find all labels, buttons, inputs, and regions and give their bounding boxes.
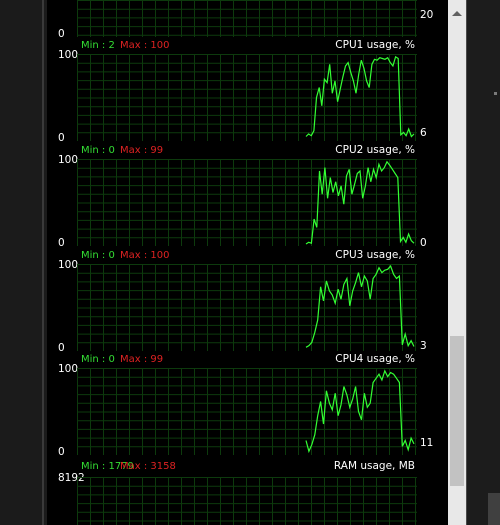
graph-plot [77,264,417,351]
graph-grid [77,54,417,141]
graph-plot [77,54,417,141]
graph-min-label: Min : 0 [81,354,115,365]
graph-scale-min: 0 [58,237,65,249]
window-frame-left [0,0,47,525]
graph-header: Min : 1779 Max : 3158 RAM usage, MB [47,460,448,474]
graph-plot [77,477,417,525]
graph-max-label: Max : 100 [120,250,170,261]
graph-plot [77,0,417,37]
graph-max-label: Max : 99 [120,145,164,156]
graph-series-line [305,264,415,348]
sensor-graphs-panel: 0 20 Min : 2 Max : 100 CPU1 usage, % 100… [47,0,448,525]
graph-grid [77,0,417,37]
graph-title: CPU3 usage, % [335,249,415,261]
graph-title: CPU1 usage, % [335,39,415,51]
background-dot [494,92,497,95]
graph-series-line [305,369,415,454]
graph-current-value: 3 [420,340,427,352]
graph-min-label: Min : 0 [81,250,115,261]
graph-grid [77,368,417,455]
scroll-up-button[interactable] [448,5,466,23]
graph-current-value: 11 [420,437,434,449]
graph-current-value: 0 [420,237,427,249]
graph-header: Min : 2 Max : 100 CPU1 usage, % [47,39,448,53]
graph-scale-min: 0 [58,132,65,144]
graph-grid [77,159,417,246]
background-window-edge [466,0,467,525]
graph-max-label: Max : 99 [120,354,164,365]
graph-scale-min: 0 [58,446,65,458]
graph-grid [77,264,417,351]
graph-current-value: 6 [420,127,427,139]
chevron-up-icon [452,11,462,16]
background-tab [488,493,500,525]
graph-max-label: Max : 3158 [120,461,176,472]
background-window-right [466,0,500,525]
scrollbar-thumb[interactable] [450,336,464,486]
graph-min-label: Min : 0 [81,145,115,156]
graph-grid [77,477,417,525]
graph-current-value: 20 [420,9,434,21]
graph-title: CPU4 usage, % [335,353,415,365]
graph-header: Min : 0 Max : 99 CPU4 usage, % [47,353,448,367]
graph-header: Min : 0 Max : 100 CPU3 usage, % [47,249,448,263]
graph-title: RAM usage, MB [333,460,415,472]
graph-plot [77,159,417,246]
graph-title: CPU2 usage, % [335,144,415,156]
graph-min-label: Min : 2 [81,40,115,51]
graph-plot [77,368,417,455]
window-frame-edge [42,0,44,525]
graph-header: Min : 0 Max : 99 CPU2 usage, % [47,144,448,158]
graph-max-label: Max : 100 [120,40,170,51]
